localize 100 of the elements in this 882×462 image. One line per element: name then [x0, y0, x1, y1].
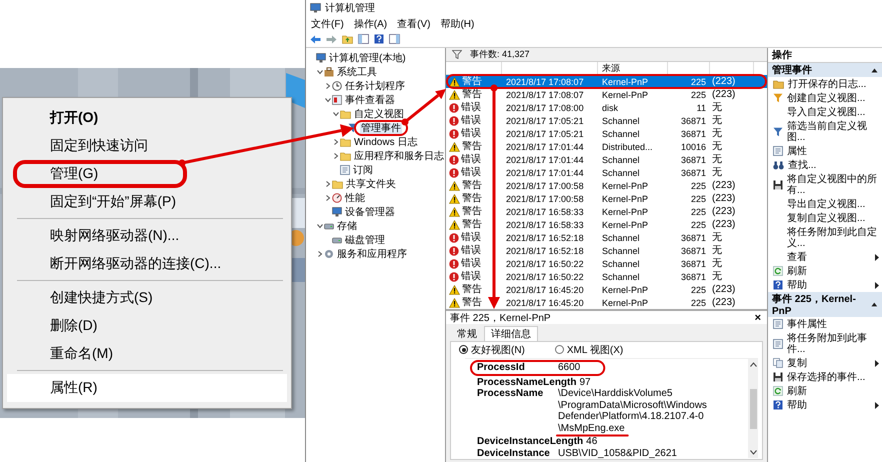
- action-row[interactable]: 保存选择的事件...: [768, 370, 882, 384]
- action-link[interactable]: 帮助: [787, 280, 871, 290]
- event-row[interactable]: 错误 2021/8/17 16:52:18 Schannel 36871 无: [446, 231, 767, 244]
- action-row[interactable]: 导出自定义视图...: [768, 197, 882, 211]
- action-row[interactable]: 事件属性: [768, 317, 882, 331]
- menu-item[interactable]: 固定到快速访问: [7, 132, 287, 160]
- event-row[interactable]: 警告 2021/8/17 16:58:33 Kernel-PnP 225 (223): [446, 205, 767, 218]
- tree-item[interactable]: 系统工具: [336, 66, 378, 78]
- action-row[interactable]: 刷新: [768, 384, 882, 398]
- action-row[interactable]: 筛选当前自定义视图...: [768, 119, 882, 144]
- action-row[interactable]: 将自定义视图中的所有...: [768, 172, 882, 197]
- event-row[interactable]: 警告 2021/8/17 17:00:58 Kernel-PnP 225 (223): [446, 179, 767, 192]
- action-row[interactable]: 帮助: [768, 278, 882, 292]
- expand-chevron-icon[interactable]: [324, 194, 332, 202]
- action-link[interactable]: 属性: [787, 146, 879, 156]
- expand-chevron-icon[interactable]: [324, 180, 332, 188]
- event-row[interactable]: 警告 2021/8/17 16:58:33 Kernel-PnP 225 (223): [446, 218, 767, 231]
- action-link[interactable]: 复制自定义视图...: [787, 212, 879, 224]
- tree-item[interactable]: 管理事件: [360, 122, 402, 134]
- action-link[interactable]: 查找...: [788, 160, 879, 170]
- event-row[interactable]: 错误 2021/8/17 17:01:44 Schannel 36871 无: [446, 166, 767, 179]
- menu-item[interactable]: 断开网络驱动器的连接(C)...: [7, 250, 287, 278]
- menu-bar-item[interactable]: 操作(A): [348, 16, 392, 30]
- radio-label[interactable]: 友好视图(N): [471, 342, 525, 356]
- scroll-down-icon[interactable]: [750, 450, 756, 455]
- event-row[interactable]: 错误 2021/8/17 17:05:21 Schannel 36871 无: [446, 127, 767, 140]
- expand-chevron-icon[interactable]: [332, 152, 340, 160]
- collapse-triangle-icon[interactable]: [871, 68, 878, 72]
- action-link[interactable]: 导入自定义视图...: [787, 106, 879, 118]
- action-row[interactable]: 导入自定义视图...: [768, 105, 882, 119]
- expand-chevron-icon[interactable]: [324, 82, 332, 90]
- tree-item[interactable]: 自定义视图: [353, 108, 405, 120]
- tree-item[interactable]: 性能: [344, 192, 366, 204]
- menu-item[interactable]: 属性(R): [7, 374, 287, 402]
- tab[interactable]: 详细信息: [484, 326, 538, 341]
- menu-bar-item[interactable]: 文件(F): [306, 16, 349, 30]
- action-row[interactable]: 属性: [768, 144, 882, 158]
- tree-item[interactable]: Windows 日志: [353, 136, 418, 148]
- event-row[interactable]: 警告 2021/8/17 17:08:07 Kernel-PnP 225 (223): [446, 88, 767, 101]
- action-link[interactable]: 刷新: [787, 386, 879, 396]
- action-row[interactable]: 打开保存的日志...: [768, 77, 882, 91]
- scroll-up-icon[interactable]: [750, 362, 756, 367]
- event-row[interactable]: 错误 2021/8/17 16:50:22 Schannel 36871 无: [446, 270, 767, 283]
- menu-item[interactable]: 删除(D): [7, 312, 287, 340]
- tree-item[interactable]: 应用程序和服务日志: [353, 150, 445, 162]
- menu-item[interactable]: 重命名(M): [7, 340, 287, 368]
- collapse-chevron-icon[interactable]: [316, 222, 324, 230]
- section-header[interactable]: 事件 225，Kernel-PnP: [768, 292, 882, 317]
- action-link[interactable]: 将任务附加到此自定义...: [787, 226, 879, 248]
- action-link[interactable]: 将任务附加到此事件...: [787, 332, 879, 354]
- close-button[interactable]: ×: [752, 312, 763, 324]
- action-row[interactable]: 查看: [768, 250, 882, 264]
- expand-chevron-icon[interactable]: [332, 138, 340, 146]
- action-row[interactable]: 复制自定义视图...: [768, 211, 882, 225]
- scrollbar[interactable]: [748, 359, 758, 458]
- action-row[interactable]: 创建自定义视图...: [768, 91, 882, 105]
- event-row[interactable]: 错误 2021/8/17 16:52:18 Schannel 36871 无: [446, 244, 767, 257]
- collapse-chevron-icon[interactable]: [316, 68, 324, 76]
- radio-button[interactable]: [459, 345, 468, 354]
- action-link[interactable]: 帮助: [787, 400, 871, 410]
- menu-item[interactable]: 映射网络驱动器(N)...: [7, 222, 287, 250]
- action-link[interactable]: 筛选当前自定义视图...: [787, 120, 879, 142]
- up-folder-icon[interactable]: [342, 34, 353, 44]
- event-row[interactable]: 错误 2021/8/17 17:05:21 Schannel 36871 无: [446, 114, 767, 127]
- collapse-chevron-icon[interactable]: [324, 96, 332, 104]
- action-row[interactable]: 复制: [768, 356, 882, 370]
- menu-item[interactable]: 打开(O): [7, 104, 287, 132]
- panel-icon[interactable]: [358, 34, 369, 44]
- panel-icon[interactable]: [389, 34, 400, 44]
- tree-item[interactable]: 事件查看器: [344, 94, 396, 106]
- menu-item[interactable]: 固定到“开始”屏幕(P): [7, 188, 287, 216]
- tree-item[interactable]: 计算机管理(本地): [328, 52, 407, 64]
- action-row[interactable]: 查找...: [768, 158, 882, 172]
- back-icon[interactable]: [310, 34, 321, 44]
- menu-item[interactable]: 管理(G): [7, 160, 287, 188]
- action-row[interactable]: 将任务附加到此事件...: [768, 331, 882, 356]
- event-row[interactable]: 警告 2021/8/17 16:45:20 Kernel-PnP 225 (223): [446, 283, 767, 296]
- tree-item[interactable]: 共享文件夹: [345, 178, 397, 190]
- action-row[interactable]: 帮助: [768, 398, 882, 412]
- action-link[interactable]: 查看: [787, 252, 871, 262]
- help-icon[interactable]: [374, 34, 384, 44]
- action-link[interactable]: 保存选择的事件...: [787, 372, 879, 382]
- action-link[interactable]: 创建自定义视图...: [787, 92, 879, 104]
- action-link[interactable]: 导出自定义视图...: [787, 198, 879, 210]
- action-row[interactable]: 将任务附加到此自定义...: [768, 225, 882, 250]
- collapse-triangle-icon[interactable]: [871, 302, 878, 307]
- action-link[interactable]: 复制: [787, 358, 871, 368]
- action-link[interactable]: 事件属性: [787, 318, 879, 330]
- menu-item[interactable]: 创建快捷方式(S): [7, 284, 287, 312]
- tree-item[interactable]: 服务和应用程序: [336, 248, 408, 260]
- action-row[interactable]: 刷新: [768, 264, 882, 278]
- collapse-chevron-icon[interactable]: [332, 110, 340, 118]
- action-link[interactable]: 打开保存的日志...: [788, 78, 879, 90]
- tab[interactable]: 常规: [450, 326, 484, 341]
- event-row[interactable]: 警告 2021/8/17 17:01:44 Distributed... 10016 无: [446, 140, 767, 153]
- radio-label[interactable]: XML 视图(X): [566, 342, 624, 356]
- action-link[interactable]: 将自定义视图中的所有...: [787, 174, 879, 196]
- section-header[interactable]: 管理事件: [768, 63, 882, 77]
- tree-item[interactable]: 设备管理器: [344, 206, 396, 218]
- event-row[interactable]: 错误 2021/8/17 16:50:22 Schannel 36871 无: [446, 257, 767, 270]
